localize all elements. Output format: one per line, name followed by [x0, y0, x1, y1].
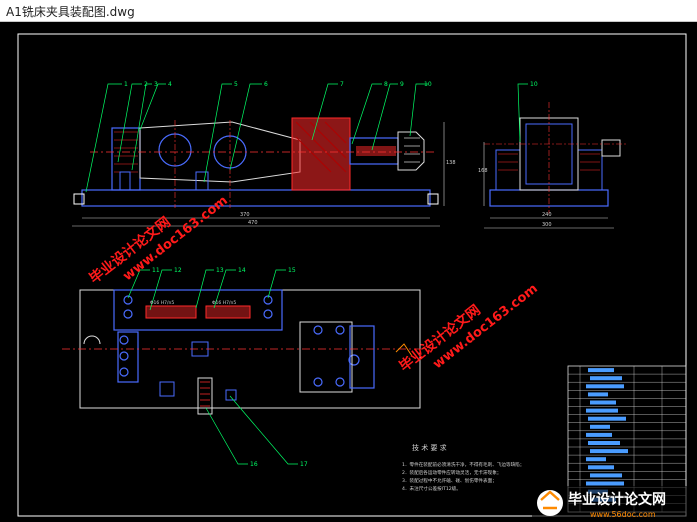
front-view: 370 470 138 1 2 3 4 5 6 7 8 9 10: [72, 81, 456, 227]
tech-requirements: 技 术 要 求 1．零件在装配前必须清洗干净，不得有毛刺、飞边等缺陷； 2．装配…: [402, 443, 524, 492]
dim-side-h: 168: [478, 168, 488, 174]
bom-entry-mark: [586, 457, 606, 462]
bom-entry-mark: [588, 465, 614, 470]
fit-right: Φ16 H7/n5: [212, 300, 236, 306]
balloon-16: 16: [250, 461, 258, 468]
dim-side-total: 300: [542, 222, 552, 228]
tech-line-1: 1．零件在装配前必须清洗干净，不得有毛刺、飞边等缺陷；: [402, 461, 524, 468]
bom-entry-mark: [590, 400, 616, 405]
balloon-5: 5: [234, 81, 238, 88]
balloon-2: 2: [144, 81, 148, 88]
window-title: A1铣床夹具装配图.dwg: [6, 5, 135, 19]
balloon-6: 6: [264, 81, 268, 88]
balloon-10: 10: [424, 81, 432, 88]
fit-left: Φ16 H7/n5: [150, 300, 174, 306]
bom-entry-mark: [588, 368, 614, 373]
balloon-4: 4: [168, 81, 172, 88]
side-view: 240 300 168 10: [478, 81, 628, 229]
logo-text-cn: 毕业设计论文网: [568, 491, 666, 508]
balloon-7: 7: [340, 81, 344, 88]
window-titlebar: A1铣床夹具装配图.dwg: [0, 0, 697, 22]
tech-line-2: 2．装配后各运动零件应转动灵活，无卡滞现象；: [402, 469, 501, 476]
balloon-9: 9: [400, 81, 404, 88]
bom-entry-mark: [590, 376, 622, 381]
dim-front-total: 470: [248, 220, 258, 226]
balloon-17: 17: [300, 461, 308, 468]
balloon-11: 11: [152, 267, 160, 274]
bom-entry-mark: [590, 473, 622, 478]
balloon-14: 14: [238, 267, 246, 274]
bom-entry-mark: [586, 408, 618, 413]
balloon-side-10: 10: [530, 81, 538, 88]
dim-front-len: 370: [240, 212, 250, 218]
cad-drawing: 370 470 138 1 2 3 4 5 6 7 8 9 10 240 300…: [17, 33, 692, 520]
balloon-8: 8: [384, 81, 388, 88]
bom-entry-mark: [590, 424, 610, 429]
drawing-canvas[interactable]: 370 470 138 1 2 3 4 5 6 7 8 9 10 240 300…: [0, 22, 697, 522]
plan-view: 11 12 13 14 15 16 17 Φ16 H7/n5 Φ16 H7/n5: [62, 267, 430, 468]
site-logo: 毕业设计论文网 www.56doc.com: [532, 486, 692, 520]
dim-front-h: 138: [446, 160, 456, 166]
bom-entry-mark: [586, 384, 624, 389]
bom-entry-mark: [588, 441, 620, 445]
balloon-12: 12: [174, 267, 182, 274]
tech-line-3: 3．装配过程中不允许磕、碰、划伤零件表面；: [402, 477, 497, 484]
logo-text-url: www.56doc.com: [590, 510, 656, 519]
bom-entry-mark: [588, 392, 608, 397]
balloon-15: 15: [288, 267, 296, 274]
bom-entry-mark: [586, 481, 624, 486]
balloon-13: 13: [216, 267, 224, 274]
dim-side-w: 240: [542, 212, 552, 218]
bom-entry-mark: [590, 449, 628, 454]
tech-title: 技 术 要 求: [412, 443, 447, 452]
tech-line-4: 4．未注尺寸公差按IT12级。: [402, 485, 461, 492]
bom-entry-mark: [588, 416, 626, 421]
bom-entry-mark: [586, 432, 612, 437]
balloon-3: 3: [154, 81, 158, 88]
balloon-1: 1: [124, 81, 128, 88]
watermark-2: 毕业设计论文网 www.doc163.com: [396, 281, 541, 375]
sheet-border: [17, 33, 687, 517]
